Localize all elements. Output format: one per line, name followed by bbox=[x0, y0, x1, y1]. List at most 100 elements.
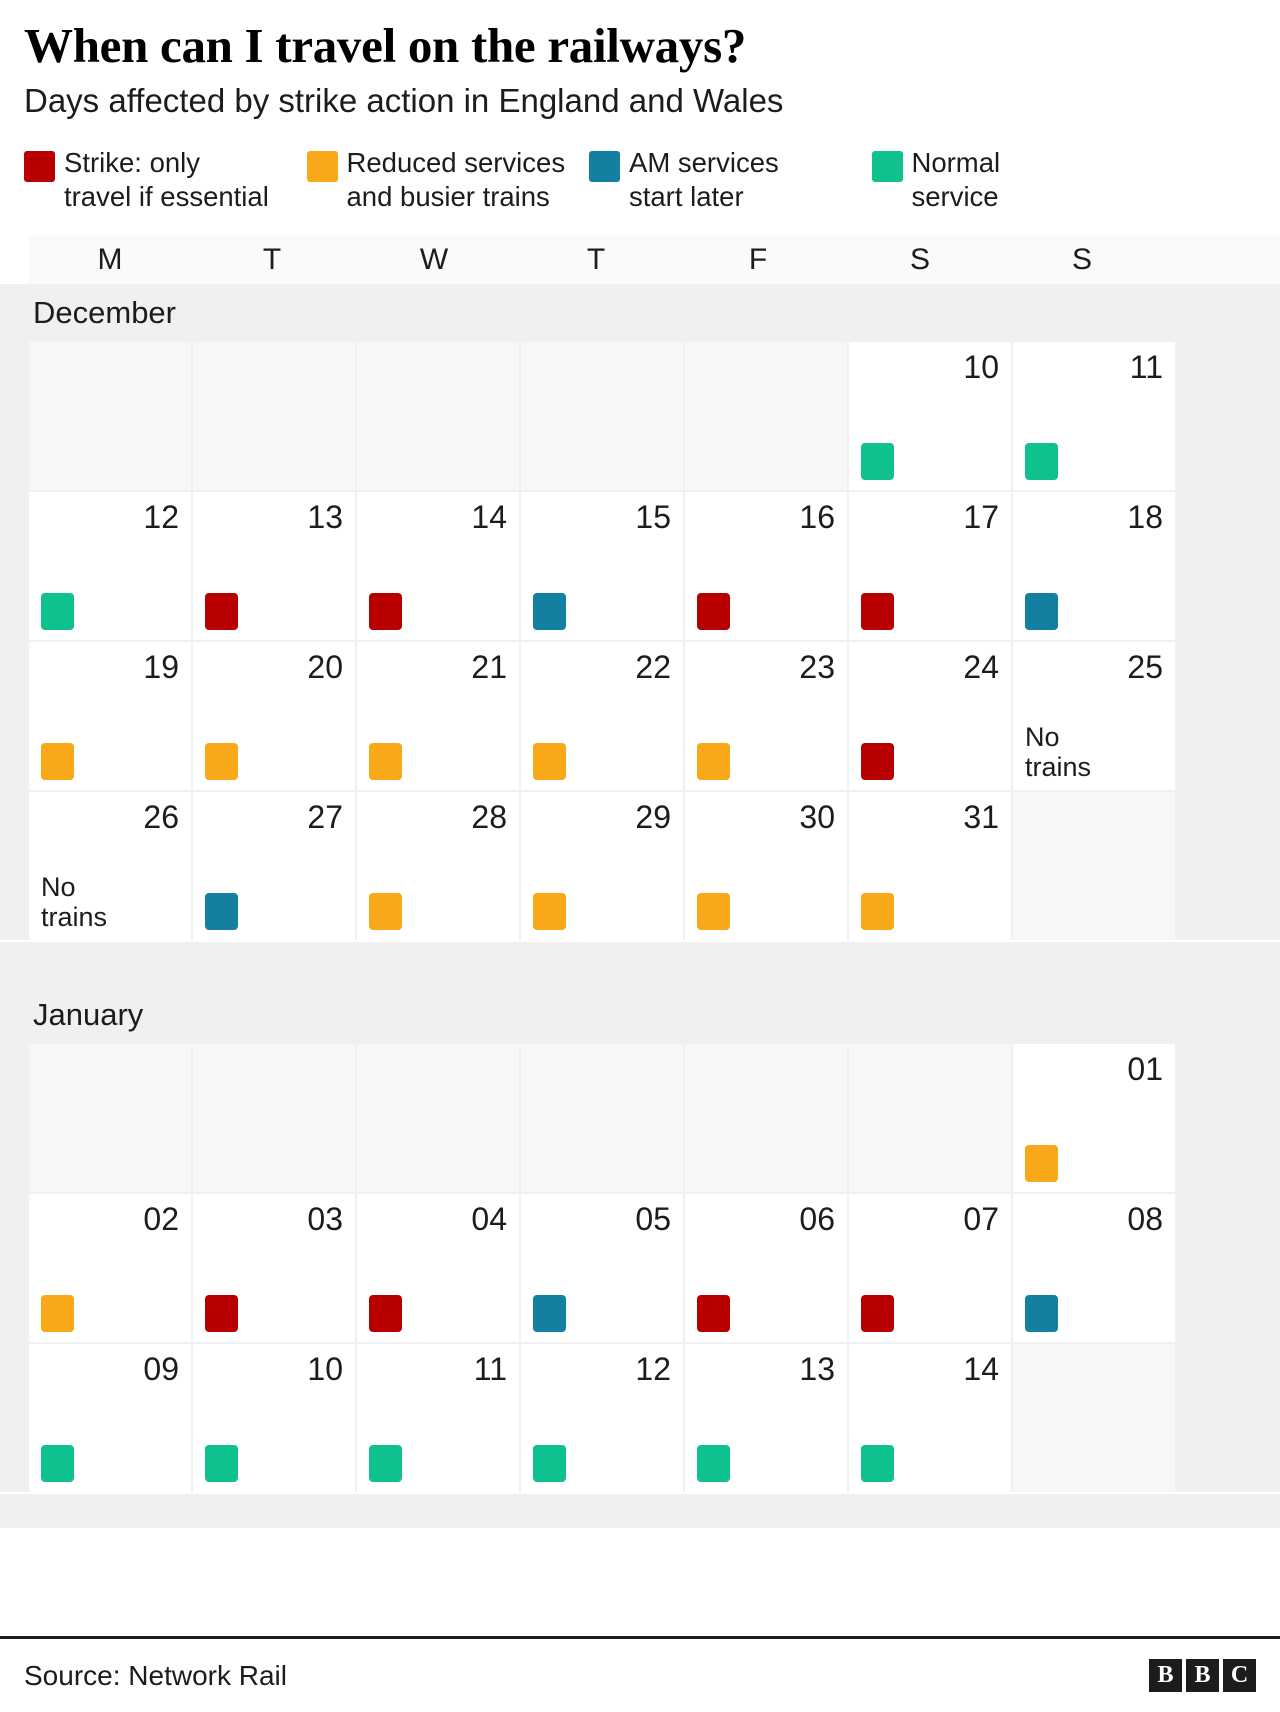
day-cell-03[interactable]: 03 bbox=[193, 1194, 355, 1343]
legend-label: Strike: only travel if essential bbox=[64, 147, 269, 213]
day-cell-06[interactable]: 06 bbox=[685, 1194, 847, 1343]
day-cell-07[interactable]: 07 bbox=[849, 1194, 1011, 1343]
week-row: 10 11 bbox=[29, 342, 1280, 491]
day-cell-29[interactable]: 29 bbox=[521, 792, 683, 941]
day-number: 15 bbox=[635, 499, 671, 536]
day-number: 06 bbox=[799, 1201, 835, 1238]
day-cell-11[interactable]: 11 bbox=[357, 1344, 519, 1493]
day-of-week-3: T bbox=[586, 243, 606, 277]
day-cell-22[interactable]: 22 bbox=[521, 642, 683, 791]
day-cell-bottom bbox=[205, 890, 343, 931]
status-marker-reduced bbox=[205, 743, 238, 781]
legend-label: Normal service bbox=[911, 147, 1001, 213]
day-cell-27[interactable]: 27 bbox=[193, 792, 355, 941]
day-number: 29 bbox=[635, 799, 671, 836]
day-cell-04[interactable]: 04 bbox=[357, 1194, 519, 1343]
day-cell-17[interactable]: 17 bbox=[849, 492, 1011, 641]
legend-swatch-strike-icon bbox=[24, 151, 55, 183]
day-number: 26 bbox=[143, 799, 179, 836]
footer: Source: Network Rail BBC bbox=[0, 1636, 1280, 1712]
day-cell-empty bbox=[357, 1044, 519, 1193]
day-cell-19[interactable]: 19 bbox=[29, 642, 191, 791]
day-cell-bottom bbox=[41, 1292, 179, 1333]
status-marker-normal bbox=[41, 1445, 74, 1483]
day-cell-16[interactable]: 16 bbox=[685, 492, 847, 641]
day-cell-empty bbox=[29, 1044, 191, 1193]
day-cell-13[interactable]: 13 bbox=[193, 492, 355, 641]
day-cell-24[interactable]: 24 bbox=[849, 642, 1011, 791]
day-number: 12 bbox=[143, 499, 179, 536]
day-cell-10[interactable]: 10 bbox=[193, 1344, 355, 1493]
bbc-logo-letter: C bbox=[1223, 1659, 1256, 1692]
day-cell-08[interactable]: 08 bbox=[1013, 1194, 1175, 1343]
day-cell-bottom bbox=[369, 1292, 507, 1333]
legend-label: AM services start later bbox=[629, 147, 779, 213]
day-number: 11 bbox=[1129, 349, 1163, 386]
day-cell-02[interactable]: 02 bbox=[29, 1194, 191, 1343]
day-cell-21[interactable]: 21 bbox=[357, 642, 519, 791]
week-row: 19 20 21 22 23 24 25 No trains bbox=[29, 642, 1280, 791]
day-number: 11 bbox=[473, 1351, 507, 1388]
day-cell-13[interactable]: 13 bbox=[685, 1344, 847, 1493]
day-cell-bottom bbox=[1025, 1142, 1163, 1183]
status-marker-normal bbox=[533, 1445, 566, 1483]
day-cell-bottom bbox=[533, 1442, 671, 1483]
day-number: 14 bbox=[471, 499, 507, 536]
day-cell-25[interactable]: 25 No trains bbox=[1013, 642, 1175, 791]
week-row: 01 bbox=[29, 1044, 1280, 1193]
day-cell-14[interactable]: 14 bbox=[849, 1344, 1011, 1493]
day-cell-10[interactable]: 10 bbox=[849, 342, 1011, 491]
day-number: 30 bbox=[799, 799, 835, 836]
day-cell-12[interactable]: 12 bbox=[29, 492, 191, 641]
day-cell-28[interactable]: 28 bbox=[357, 792, 519, 941]
day-of-week-0: M bbox=[97, 243, 123, 277]
day-number: 03 bbox=[307, 1201, 343, 1238]
day-number: 04 bbox=[471, 1201, 507, 1238]
day-cell-bottom bbox=[205, 1292, 343, 1333]
day-cell-05[interactable]: 05 bbox=[521, 1194, 683, 1343]
day-cell-bottom bbox=[369, 1442, 507, 1483]
day-number: 10 bbox=[963, 349, 999, 386]
bbc-logo: BBC bbox=[1149, 1659, 1256, 1692]
legend-label: Reduced services and busier trains bbox=[346, 147, 566, 213]
day-cell-31[interactable]: 31 bbox=[849, 792, 1011, 941]
day-cell-empty bbox=[29, 342, 191, 491]
day-cell-23[interactable]: 23 bbox=[685, 642, 847, 791]
legend-item-normal: Normal service bbox=[871, 146, 1155, 214]
day-cell-12[interactable]: 12 bbox=[521, 1344, 683, 1493]
day-cell-20[interactable]: 20 bbox=[193, 642, 355, 791]
month-name: December bbox=[33, 295, 176, 331]
day-number: 13 bbox=[799, 1351, 835, 1388]
calendar: M T W T F S S December 10 11 12 13 14 15 16 17 18 19 20 21… bbox=[0, 236, 1280, 1529]
status-marker-reduced bbox=[533, 743, 566, 781]
status-marker-normal bbox=[369, 1445, 402, 1483]
status-marker-am_later bbox=[1025, 593, 1058, 631]
legend-swatch-am_later-icon bbox=[589, 151, 620, 183]
status-marker-reduced bbox=[41, 743, 74, 781]
day-cell-01[interactable]: 01 bbox=[1013, 1044, 1175, 1193]
day-cell-09[interactable]: 09 bbox=[29, 1344, 191, 1493]
day-cell-15[interactable]: 15 bbox=[521, 492, 683, 641]
day-cell-18[interactable]: 18 bbox=[1013, 492, 1175, 641]
day-cell-empty bbox=[521, 342, 683, 491]
day-cell-26[interactable]: 26 No trains bbox=[29, 792, 191, 941]
day-cell-bottom bbox=[697, 740, 835, 781]
day-cell-empty bbox=[1013, 1344, 1175, 1493]
day-cell-bottom bbox=[697, 1442, 835, 1483]
status-marker-reduced bbox=[369, 743, 402, 781]
day-cell-bottom bbox=[861, 740, 999, 781]
day-note: No trains bbox=[1025, 721, 1092, 782]
day-cell-bottom bbox=[533, 890, 671, 931]
spacer-band bbox=[0, 942, 1280, 987]
day-cell-bottom: No trains bbox=[41, 872, 179, 932]
day-cell-14[interactable]: 14 bbox=[357, 492, 519, 641]
day-cell-11[interactable]: 11 bbox=[1013, 342, 1175, 491]
day-cell-30[interactable]: 30 bbox=[685, 792, 847, 941]
status-marker-normal bbox=[861, 1445, 894, 1483]
day-cell-empty bbox=[685, 342, 847, 491]
status-marker-normal bbox=[1025, 443, 1058, 481]
week-row: 26 No trains 27 28 29 30 31 bbox=[29, 792, 1280, 941]
day-of-week-2: W bbox=[419, 243, 449, 277]
day-cell-bottom bbox=[861, 890, 999, 931]
day-number: 13 bbox=[307, 499, 343, 536]
